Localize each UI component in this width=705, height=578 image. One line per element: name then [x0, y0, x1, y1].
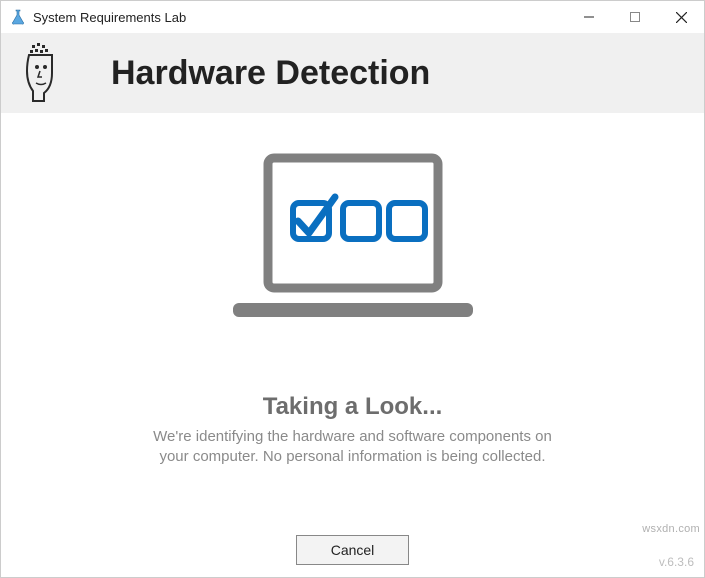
minimize-button[interactable] [566, 1, 612, 33]
brand-face-icon [21, 43, 61, 103]
app-flask-icon [9, 8, 27, 26]
version-label: v.6.3.6 [659, 555, 694, 569]
watermark: wsxdn.com [642, 523, 700, 535]
status-line2: your computer. No personal information i… [159, 448, 545, 465]
maximize-button[interactable] [612, 1, 658, 33]
laptop-check-icon [223, 153, 483, 328]
titlebar: System Requirements Lab [1, 1, 704, 33]
main-content: Taking a Look... We're identifying the h… [1, 113, 704, 468]
status-line1: We're identifying the hardware and softw… [153, 428, 552, 445]
window-title: System Requirements Lab [33, 10, 566, 25]
status-title: Taking a Look... [1, 393, 704, 421]
page-heading: Hardware Detection [111, 54, 430, 93]
header: Hardware Detection [1, 33, 704, 113]
footer: Cancel [1, 535, 704, 565]
close-button[interactable] [658, 1, 704, 33]
status-description: We're identifying the hardware and softw… [1, 427, 704, 468]
cancel-button[interactable]: Cancel [296, 535, 410, 565]
window-controls [566, 1, 704, 33]
